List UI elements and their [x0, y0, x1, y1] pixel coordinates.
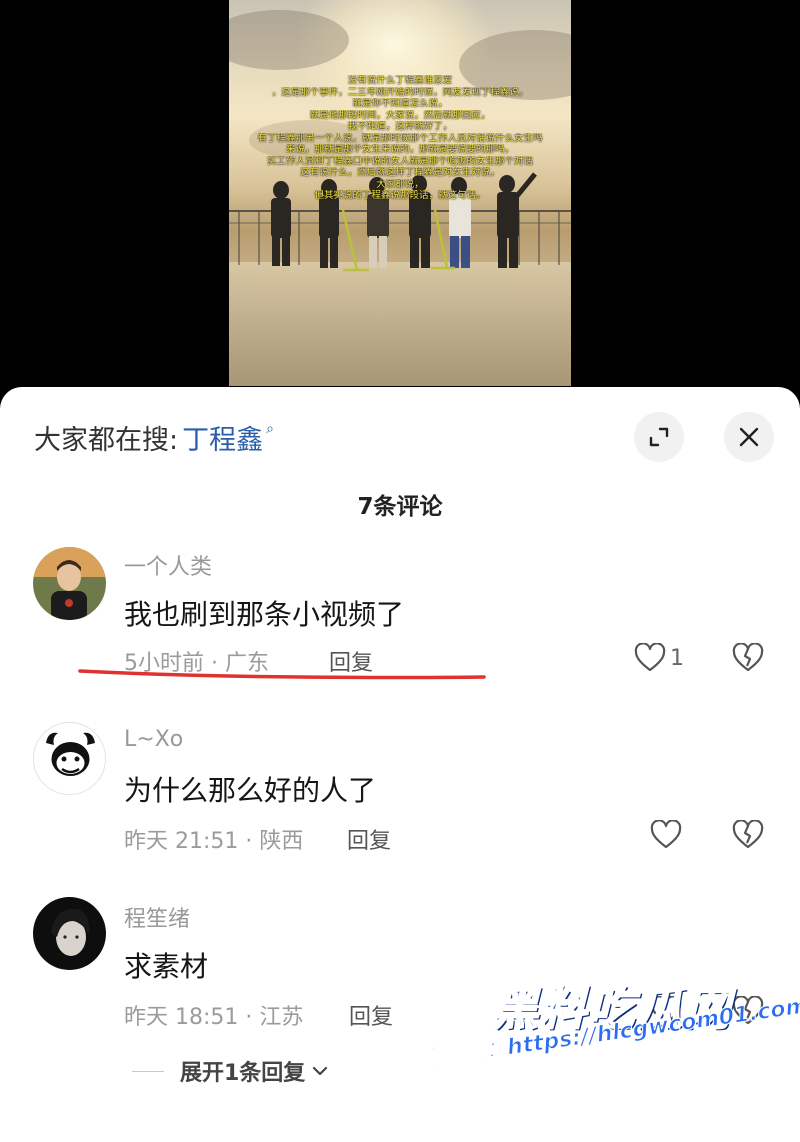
comment-username[interactable]: 程笙绪 — [124, 901, 190, 933]
avatar[interactable] — [33, 722, 106, 795]
like-button[interactable]: 1 — [634, 643, 684, 673]
reply-button[interactable]: 回复 — [347, 823, 391, 855]
like-count: 1 — [670, 645, 684, 671]
like-button[interactable] — [650, 820, 686, 850]
expand-icon — [649, 427, 669, 447]
reply-button[interactable]: 回复 — [329, 645, 373, 677]
chevron-down-icon — [313, 1066, 328, 1076]
comment-username[interactable]: L~Xo — [124, 727, 183, 752]
expand-replies-label: 展开1条回复 — [180, 1061, 306, 1086]
comment-count: 7条评论 — [357, 494, 443, 520]
trending-search-term[interactable]: 丁程鑫 — [182, 418, 263, 457]
video-caption: 没有说什么丁程鑫谁恋爱 ，这是那个事件，二三年刚开始的时候，网友发现丁程鑫说， … — [257, 75, 543, 201]
dislike-button[interactable] — [732, 642, 764, 677]
broken-heart-icon — [732, 819, 764, 849]
dislike-button[interactable] — [732, 819, 764, 854]
avatar[interactable] — [33, 897, 106, 970]
comment-username[interactable]: 一个人类 — [124, 549, 212, 581]
search-icon: ⌕ — [266, 421, 274, 437]
comment-text: 我也刷到那条小视频了 — [124, 598, 405, 631]
heart-icon — [650, 820, 682, 849]
close-icon — [739, 427, 759, 447]
divider — [132, 1070, 164, 1072]
comment-meta: 昨天 21:51 · 陕西 — [124, 829, 304, 854]
trending-search[interactable]: 大家都在搜: 丁程鑫 ⌕ — [34, 417, 274, 457]
expand-replies-button[interactable]: 展开1条回复 — [132, 1055, 329, 1087]
video-frame[interactable]: 没有说什么丁程鑫谁恋爱 ，这是那个事件，二三年刚开始的时候，网友发现丁程鑫说， … — [229, 0, 571, 386]
broken-heart-icon — [732, 642, 764, 672]
reply-button[interactable]: 回复 — [349, 999, 393, 1031]
close-button[interactable] — [724, 412, 774, 462]
avatar[interactable] — [33, 547, 106, 620]
comment-meta: 5小时前 · 广东 — [124, 651, 269, 676]
tiled-floor — [229, 262, 571, 386]
trending-search-label: 大家都在搜: — [34, 424, 179, 456]
expand-button[interactable] — [634, 412, 684, 462]
comment-text: 求素材 — [124, 950, 209, 983]
comment-meta: 昨天 18:51 · 江苏 — [124, 1005, 304, 1030]
video-player[interactable]: 没有说什么丁程鑫谁恋爱 ，这是那个事件，二三年刚开始的时候，网友发现丁程鑫说， … — [0, 0, 800, 400]
comment-text: 为什么那么好的人了 — [124, 774, 377, 807]
heart-icon — [634, 643, 666, 672]
